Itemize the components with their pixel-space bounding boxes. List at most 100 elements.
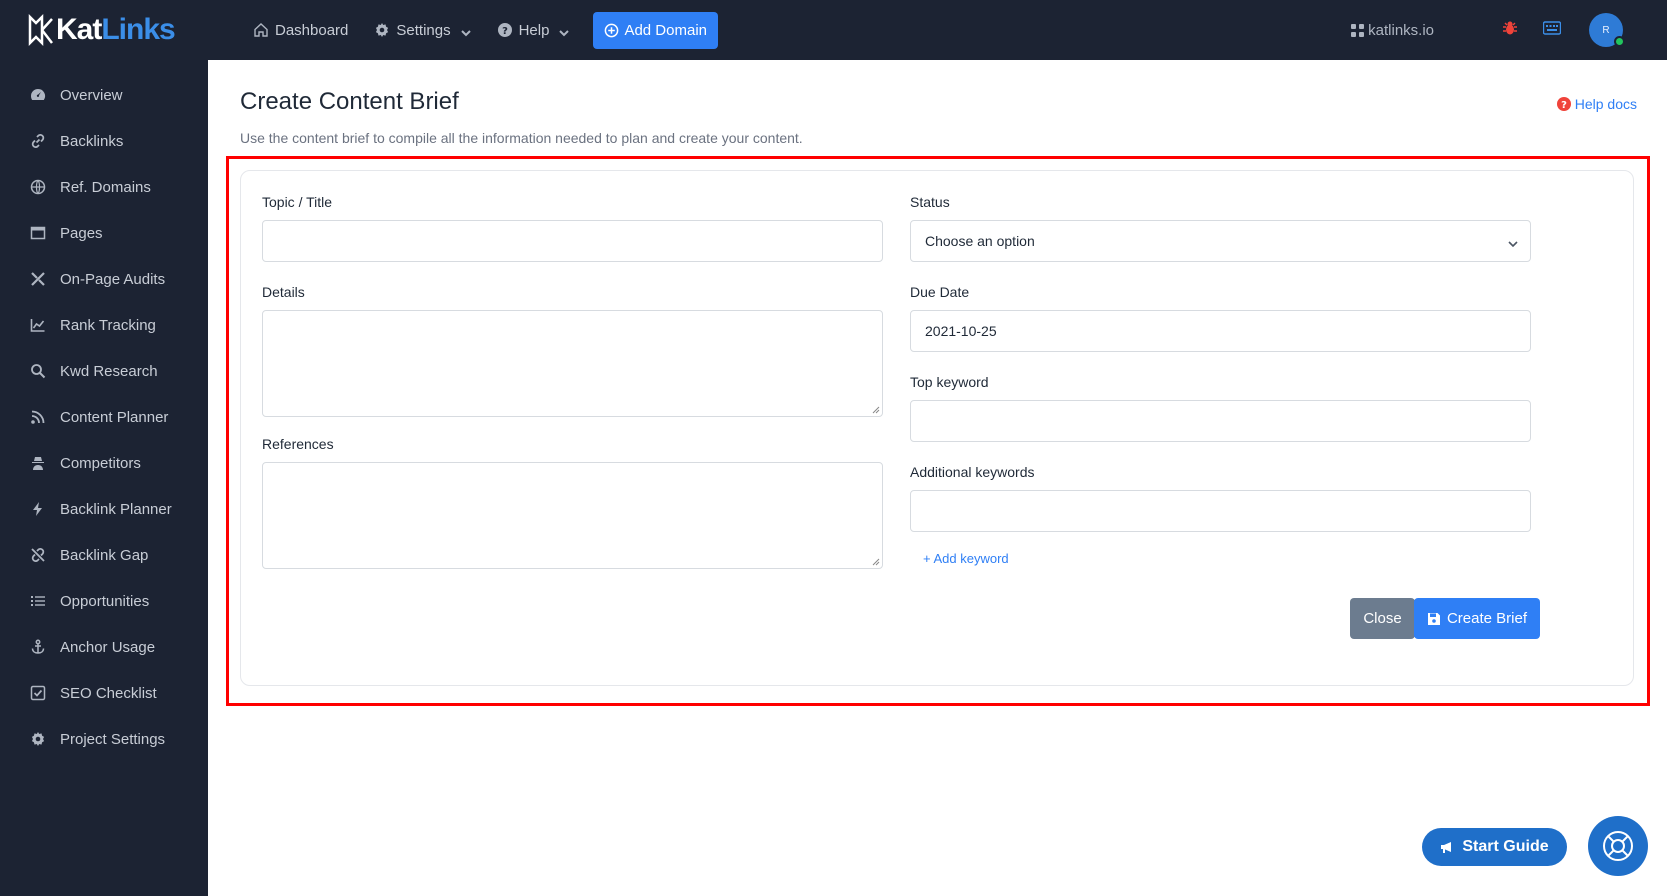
nav-dashboard-label: Dashboard — [275, 21, 349, 39]
save-icon — [1427, 612, 1440, 625]
topic-title-label: Topic / Title — [262, 194, 333, 210]
status-label: Status — [910, 194, 950, 210]
top-keyword-label: Top keyword — [910, 374, 989, 390]
help-docs-label: Help docs — [1574, 96, 1637, 112]
user-secret-icon — [30, 455, 46, 471]
sidebar-item-label: Rank Tracking — [60, 316, 156, 334]
references-textarea[interactable] — [262, 462, 883, 569]
sidebar-item-label: Competitors — [60, 454, 141, 472]
keyboard-icon[interactable] — [1542, 20, 1562, 40]
sidebar-item-label: Opportunities — [60, 592, 150, 610]
brand-logo[interactable]: Kat Links — [0, 0, 208, 60]
sidebar-item-seo-checklist[interactable]: SEO Checklist — [0, 670, 208, 716]
unlink-icon — [30, 547, 46, 563]
cat-logo-icon — [28, 13, 53, 47]
chart-line-icon — [30, 317, 46, 333]
sidebar: Kat Links Overview Backlinks Ref. Domains… — [0, 0, 208, 896]
sidebar-item-overview[interactable]: Overview — [0, 72, 208, 118]
sidebar-item-opportunities[interactable]: Opportunities — [0, 578, 208, 624]
search-icon — [30, 363, 46, 379]
sidebar-item-kwd-research[interactable]: Kwd Research — [0, 348, 208, 394]
add-domain-button[interactable]: Add Domain — [593, 11, 718, 49]
grid-icon — [1351, 23, 1365, 37]
sidebar-item-anchor-usage[interactable]: Anchor Usage — [0, 624, 208, 670]
sidebar-item-content-planner[interactable]: Content Planner — [0, 394, 208, 440]
nav-dashboard[interactable]: Dashboard — [253, 22, 348, 39]
sidebar-item-label: Kwd Research — [60, 362, 158, 380]
lifebuoy-icon — [1603, 831, 1633, 861]
nav-settings[interactable]: Settings — [374, 21, 471, 39]
link-icon — [30, 133, 46, 149]
sidebar-nav: Overview Backlinks Ref. Domains Pages On… — [0, 72, 208, 762]
globe-icon — [30, 179, 46, 195]
references-label: References — [262, 436, 334, 452]
sidebar-item-on-page-audits[interactable]: On-Page Audits — [0, 256, 208, 302]
brand-name-links: Links — [101, 13, 175, 46]
sidebar-item-label: Backlink Gap — [60, 546, 149, 564]
close-button[interactable]: Close — [1350, 598, 1415, 639]
svg-text:?: ? — [502, 26, 508, 37]
sidebar-item-label: Ref. Domains — [60, 178, 151, 196]
sidebar-item-ref-domains[interactable]: Ref. Domains — [0, 164, 208, 210]
content-brief-form: Topic / Title Details References Status … — [240, 170, 1634, 686]
sidebar-item-label: Backlinks — [60, 132, 124, 150]
sidebar-item-backlinks[interactable]: Backlinks — [0, 118, 208, 164]
resize-handle-icon[interactable] — [872, 558, 880, 566]
start-guide-button[interactable]: Start Guide — [1422, 828, 1567, 866]
nav-help[interactable]: ? Help — [497, 22, 570, 39]
gauge-icon — [30, 87, 46, 103]
gear-icon — [30, 731, 46, 747]
chevron-down-icon — [559, 25, 570, 37]
online-status-dot — [1614, 36, 1625, 47]
site-switcher[interactable]: katlinks.io — [1351, 22, 1434, 39]
sidebar-item-label: SEO Checklist — [60, 684, 157, 702]
sidebar-item-label: Anchor Usage — [60, 638, 156, 656]
gear-icon — [374, 22, 390, 38]
topic-title-input[interactable] — [262, 220, 883, 262]
sidebar-item-label: Backlink Planner — [60, 500, 172, 518]
question-circle-icon: ? — [1556, 97, 1571, 111]
details-label: Details — [262, 284, 305, 300]
additional-keywords-input[interactable] — [910, 490, 1531, 532]
add-domain-label: Add Domain — [624, 21, 707, 39]
help-docs-link[interactable]: ? Help docs — [1556, 96, 1637, 112]
details-textarea[interactable] — [262, 310, 883, 417]
rss-icon — [30, 409, 46, 425]
sidebar-item-competitors[interactable]: Competitors — [0, 440, 208, 486]
additional-keywords-label: Additional keywords — [910, 464, 1035, 480]
tools-icon — [30, 271, 46, 287]
top-navbar: Dashboard Settings ? Help Add Domain kat… — [208, 0, 1667, 60]
sidebar-item-backlink-planner[interactable]: Backlink Planner — [0, 486, 208, 532]
status-select-value: Choose an option — [925, 233, 1035, 249]
sidebar-item-pages[interactable]: Pages — [0, 210, 208, 256]
start-guide-label: Start Guide — [1462, 838, 1549, 855]
add-keyword-link[interactable]: + Add keyword — [923, 551, 1009, 566]
page-subtitle: Use the content brief to compile all the… — [240, 130, 803, 146]
plus-circle-icon — [605, 23, 619, 37]
create-brief-label: Create Brief — [1446, 610, 1528, 627]
sidebar-item-label: Project Settings — [60, 730, 166, 748]
support-chat-button[interactable] — [1588, 816, 1648, 876]
sidebar-item-project-settings[interactable]: Project Settings — [0, 716, 208, 762]
chevron-down-icon — [1508, 236, 1518, 248]
resize-handle-icon[interactable] — [872, 406, 880, 414]
chevron-down-icon — [460, 25, 471, 37]
status-select[interactable]: Choose an option — [910, 220, 1531, 262]
create-brief-button[interactable]: Create Brief — [1414, 598, 1540, 639]
avatar[interactable]: R — [1589, 13, 1625, 47]
avatar-initial: R — [1602, 24, 1610, 36]
sidebar-item-rank-tracking[interactable]: Rank Tracking — [0, 302, 208, 348]
anchor-icon — [30, 639, 46, 655]
nav-settings-label: Settings — [396, 21, 451, 39]
main-content: Create Content Brief Use the content bri… — [208, 60, 1667, 896]
top-keyword-input[interactable] — [910, 400, 1531, 442]
sidebar-item-label: Overview — [60, 86, 123, 104]
due-date-input[interactable]: 2021-10-25 — [910, 310, 1531, 352]
svg-text:?: ? — [1561, 100, 1567, 111]
sidebar-item-label: Content Planner — [60, 408, 169, 426]
sidebar-item-backlink-gap[interactable]: Backlink Gap — [0, 532, 208, 578]
sidebar-item-label: Pages — [60, 224, 103, 242]
brand-name-kat: Kat — [56, 13, 102, 46]
bug-report-icon[interactable] — [1502, 20, 1518, 41]
nav-help-label: Help — [518, 21, 550, 39]
